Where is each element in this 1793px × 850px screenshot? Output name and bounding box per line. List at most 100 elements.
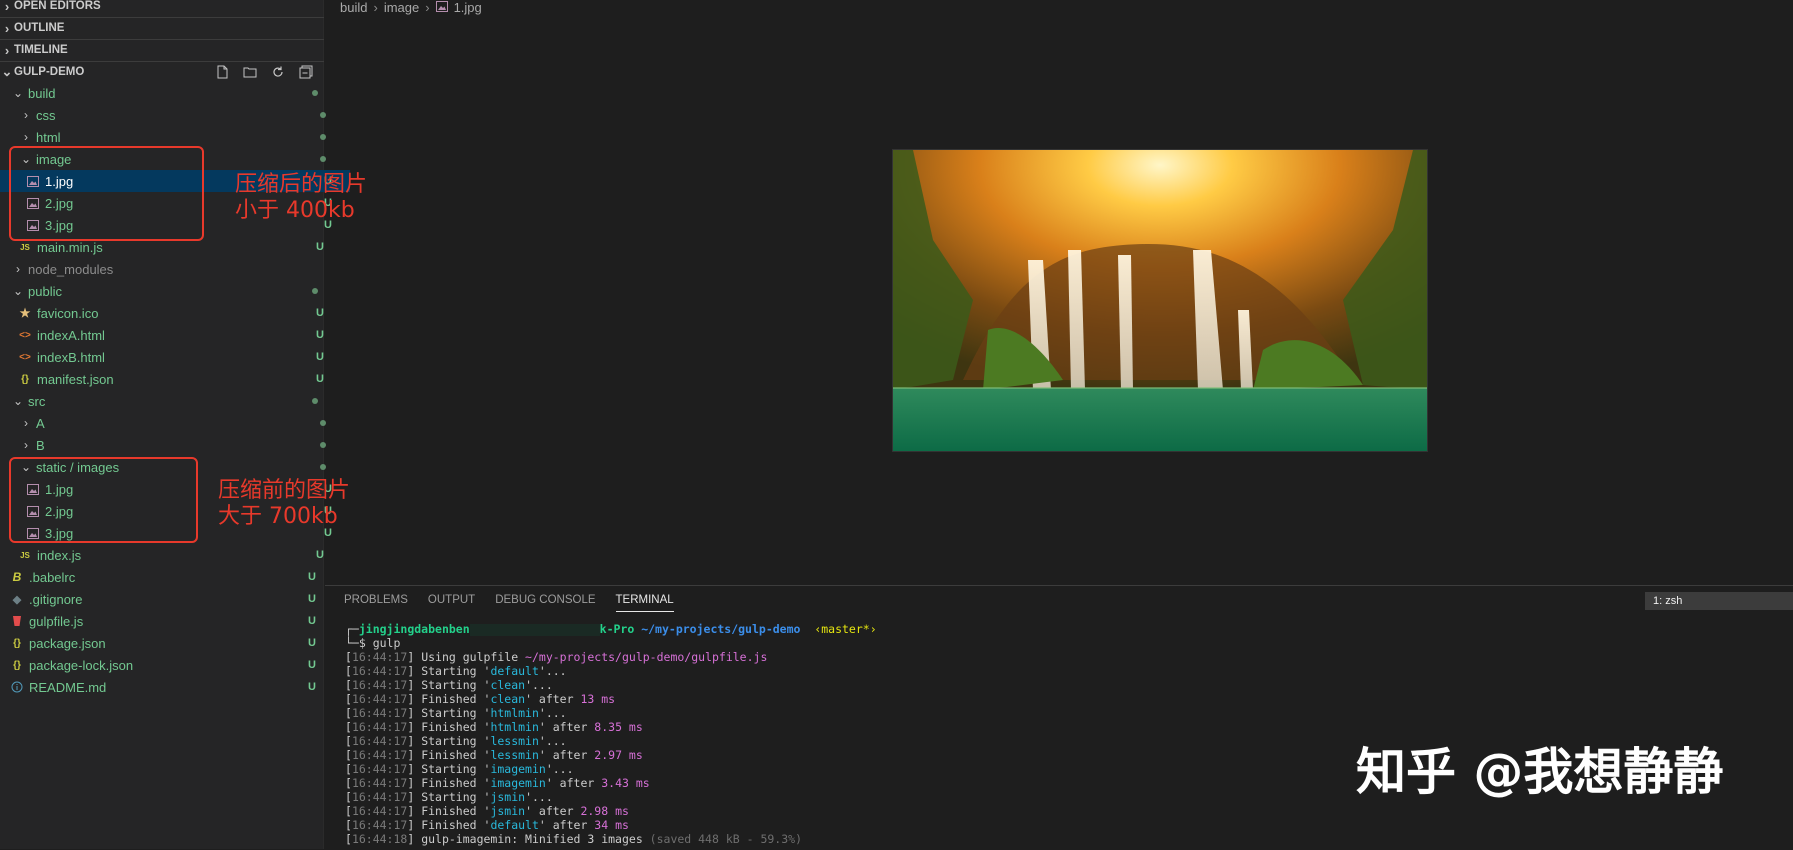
log-task-name: jsmin (490, 790, 526, 804)
terminal-log-line: [16:44:17] Finished 'default' after 34 m… (345, 818, 1345, 832)
project-title: GULP-DEMO (14, 66, 85, 78)
collapse-all-icon[interactable] (298, 64, 314, 80)
tree-file-indexA-html[interactable]: <> indexA.html U (0, 324, 342, 346)
json-file-icon: {} (21, 373, 29, 385)
terminal-log-line: [16:44:17] Using gulpfile ~/my-projects/… (345, 650, 1345, 664)
timeline-header[interactable]: › TIMELINE (0, 39, 324, 61)
tree-file-manifest-json[interactable]: {} manifest.json U (0, 368, 342, 390)
log-savings: (saved 448 kB - 59.3%) (649, 832, 802, 846)
project-header[interactable]: ⌄ GULP-DEMO (0, 61, 324, 83)
log-text: ' after (538, 720, 595, 734)
chevron-down-icon: ⌄ (12, 284, 24, 298)
tree-file-package-json[interactable]: {} package.json U (0, 632, 334, 654)
log-duration: 2.98 ms (580, 804, 629, 818)
tree-file-package-lock-json[interactable]: {} package-lock.json U (0, 654, 334, 676)
star-icon: ★ (19, 306, 31, 320)
annotation-after-line2: 小于 400kb (235, 198, 355, 223)
terminal-log-line: [16:44:17] Starting 'default'... (345, 664, 1345, 678)
tree-folder-build[interactable]: ⌄ build (0, 82, 336, 104)
log-timestamp: 16:44:17 (351, 678, 408, 692)
tree-file-indexB-html[interactable]: <> indexB.html U (0, 346, 342, 368)
terminal-output[interactable]: ┌─jingjingdabenben k-Pro ~/my-projects/gu… (345, 622, 1345, 846)
bracket: [ (345, 692, 352, 706)
log-text: Starting ' (421, 790, 491, 804)
chevron-right-icon: › (24, 130, 28, 144)
terminal-log-line: [16:44:17] Finished 'clean' after 13 ms (345, 692, 1345, 706)
chevron-right-icon: › (24, 416, 28, 430)
tree-folder-src[interactable]: ⌄ src (0, 390, 336, 412)
terminal-log-line: [16:44:17] Finished 'lessmin' after 2.97… (345, 748, 1345, 762)
log-timestamp: 16:44:17 (351, 720, 408, 734)
log-task-name: lessmin (490, 734, 539, 748)
tree-file-gitignore[interactable]: ◆ .gitignore U (0, 588, 334, 610)
log-text: ' after (538, 748, 595, 762)
git-status-badge: U (308, 637, 316, 649)
chevron-right-icon: › (16, 262, 20, 276)
tab-problems[interactable]: PROBLEMS (344, 594, 408, 612)
log-text: '... (525, 678, 553, 692)
prompt-host: k-Pro (599, 622, 635, 636)
log-task-name: default (490, 664, 539, 678)
tree-label: README.md (29, 679, 107, 695)
tree-folder-B[interactable]: › B (0, 434, 344, 456)
bottom-panel: PROBLEMS OUTPUT DEBUG CONSOLE TERMINAL 1… (325, 585, 1793, 850)
tree-label: .gitignore (29, 591, 83, 607)
git-status-badge: U (308, 593, 316, 605)
terminal-log-line: [16:44:17] Finished 'jsmin' after 2.98 m… (345, 804, 1345, 818)
tree-file-index-js[interactable]: JS index.js U (0, 544, 342, 566)
git-status-dot (312, 90, 318, 96)
tree-file-gulpfile[interactable]: gulpfile.js U (0, 610, 334, 632)
breadcrumb-item[interactable]: build (340, 0, 367, 15)
tree-folder-css[interactable]: › css (0, 104, 344, 126)
terminal-log-line: [16:44:17] Starting 'imagemin'... (345, 762, 1345, 776)
tab-terminal[interactable]: TERMINAL (615, 594, 674, 612)
terminal-command-line: └─$ gulp (345, 636, 1345, 650)
open-editors-header[interactable]: › OPEN EDITORS (0, 0, 324, 17)
bracket: [ (345, 832, 352, 846)
terminal-prompt-line: ┌─jingjingdabenben k-Pro ~/my-projects/gu… (345, 622, 1345, 636)
tree-folder-html[interactable]: › html (0, 126, 344, 148)
new-file-icon[interactable] (214, 64, 230, 80)
bracket: [ (345, 818, 352, 832)
tree-folder-A[interactable]: › A (0, 412, 344, 434)
terminal-log-line: [16:44:17] Starting 'jsmin'... (345, 790, 1345, 804)
terminal-log-line: [16:44:17] Starting 'lessmin'... (345, 734, 1345, 748)
bracket: [ (345, 720, 352, 734)
bracket: ] (407, 832, 422, 846)
new-folder-icon[interactable] (242, 64, 258, 80)
tab-output[interactable]: OUTPUT (428, 594, 475, 612)
log-timestamp: 16:44:17 (351, 664, 408, 678)
log-text: Finished ' (421, 720, 491, 734)
log-text: Starting ' (421, 762, 491, 776)
outline-header[interactable]: › OUTLINE (0, 17, 324, 39)
tree-folder-public[interactable]: ⌄ public (0, 280, 336, 302)
tree-file-babelrc[interactable]: B .babelrc U (0, 566, 334, 588)
terminal-select[interactable]: 1: zsh (1645, 592, 1793, 610)
log-timestamp: 16:44:17 (351, 762, 408, 776)
breadcrumb-item[interactable]: 1.jpg (454, 0, 482, 15)
refresh-icon[interactable] (270, 64, 286, 80)
log-task-name: clean (490, 678, 526, 692)
tab-debug-console[interactable]: DEBUG CONSOLE (495, 594, 595, 612)
git-status-badge: U (316, 549, 324, 561)
json-file-icon: {} (13, 637, 21, 649)
command-text: gulp (372, 636, 401, 650)
log-task-name: htmlmin (490, 720, 539, 734)
annotation-after-line1: 压缩后的图片 (235, 172, 368, 197)
breadcrumb-item[interactable]: image (384, 0, 419, 15)
bracket: ] (407, 748, 422, 762)
chevron-right-icon: › (24, 438, 28, 452)
tree-file-favicon[interactable]: ★ favicon.ico U (0, 302, 342, 324)
log-text: Finished ' (421, 692, 491, 706)
log-task-name: jsmin (490, 804, 526, 818)
info-icon (10, 680, 24, 694)
log-task-name: lessmin (490, 748, 539, 762)
tree-folder-node-modules[interactable]: › node_modules (0, 258, 336, 280)
tree-label: gulpfile.js (29, 613, 84, 629)
breadcrumb: build › image › 1.jpg (340, 0, 482, 15)
js-file-icon: JS (20, 550, 30, 560)
log-text: Finished ' (421, 776, 491, 790)
git-status-badge: U (308, 659, 316, 671)
tree-file-readme[interactable]: README.md U (0, 676, 334, 698)
bracket: [ (345, 762, 352, 776)
